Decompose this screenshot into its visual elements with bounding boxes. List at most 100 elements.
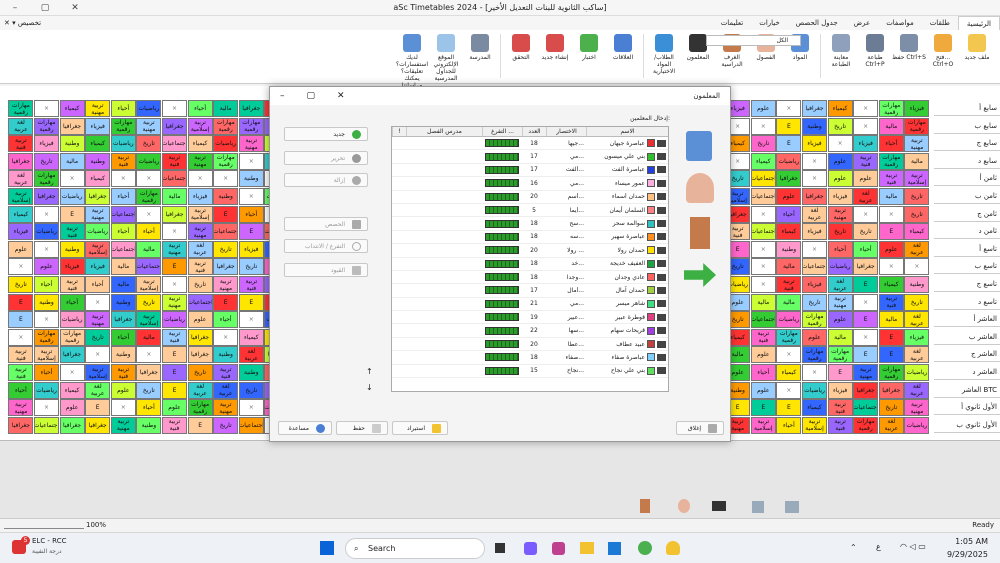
teacher-row[interactable]: حمدان أسماء أسم... 20: [392, 191, 668, 204]
timetable-cell[interactable]: جغرافيا: [878, 381, 904, 399]
timetable-cell[interactable]: جغرافيا: [59, 346, 85, 364]
timetable-cell[interactable]: تربية مهنية: [238, 135, 264, 153]
row-label[interactable]: العاشر ج: [934, 346, 1000, 363]
timetable-cell[interactable]: ×: [34, 100, 59, 117]
timetable-cell[interactable]: أحياء: [34, 276, 59, 293]
timetable-cell[interactable]: ×: [238, 188, 264, 205]
timetable-cell[interactable]: مالية: [162, 188, 187, 205]
teacher-icon[interactable]: [712, 501, 726, 511]
move-down-icon[interactable]: ↓: [366, 383, 373, 392]
constraints-button[interactable]: القيود: [284, 263, 368, 277]
timetable-cell[interactable]: فيزياء: [34, 135, 59, 153]
timetable-cell[interactable]: تربية إسلامية: [136, 311, 162, 329]
row-label[interactable]: ثامن أ: [934, 170, 1000, 187]
timetable-cell[interactable]: فيزياء: [59, 258, 85, 276]
teacher-row[interactable]: بني علي ميسون مي... 17: [392, 150, 668, 164]
col-free-time[interactable]: التفرغ ...: [482, 127, 522, 136]
timetable-cell[interactable]: ×: [802, 364, 827, 381]
timetable-cell[interactable]: أحياء: [878, 135, 904, 153]
timetable-cell[interactable]: وطنية: [238, 170, 264, 188]
remove-button[interactable]: إزالة: [284, 173, 368, 187]
file-explorer-icon[interactable]: [580, 542, 594, 554]
timetable-cell[interactable]: تربية إسلامية: [187, 205, 213, 223]
timetable-cell[interactable]: علوم: [162, 399, 187, 417]
timetable-cell[interactable]: جغرافيا: [136, 364, 162, 381]
timetable-cell[interactable]: وطنية: [34, 293, 59, 311]
timetable-cell[interactable]: مالية: [136, 328, 162, 346]
timetable-cell[interactable]: فيزياء: [85, 117, 111, 135]
asc-app-icon[interactable]: [666, 541, 680, 555]
timetable-cell[interactable]: ×: [136, 170, 162, 188]
task-view-icon[interactable]: [495, 543, 505, 553]
timetable-cell[interactable]: وطنية: [238, 364, 264, 381]
timetable-cell[interactable]: رياضيات: [59, 311, 85, 329]
timetable-cell[interactable]: رياضيات: [904, 416, 930, 434]
timetable-cell[interactable]: ×: [85, 346, 111, 364]
timetable-cell[interactable]: ×: [110, 399, 136, 417]
timetable-cell[interactable]: تاريخ: [827, 223, 853, 241]
timetable-cell[interactable]: مهارات رقمية: [213, 152, 239, 170]
teacher-row[interactable]: شاهر ميسر مي... 21: [392, 298, 668, 312]
timetable-cell[interactable]: كيمياء: [750, 152, 776, 170]
maximize-button[interactable]: ▢: [30, 0, 60, 16]
timetable-cell[interactable]: رياضيات: [85, 223, 111, 241]
timetable-cell[interactable]: اجتماعيات: [110, 240, 136, 258]
classroom-icon[interactable]: [640, 499, 650, 513]
timetable-cell[interactable]: اجتماعيات: [802, 258, 827, 276]
timetable-cell[interactable]: تاريخ: [8, 276, 34, 293]
ribbon-button-0[interactable]: ملف جديد: [960, 34, 994, 61]
import-button[interactable]: استيراد: [392, 421, 448, 435]
timetable-cell[interactable]: جغرافيا: [85, 416, 111, 434]
next-arrow-icon[interactable]: [684, 263, 716, 287]
timetable-cell[interactable]: ×: [776, 100, 802, 117]
timetable-cell[interactable]: أحياء: [34, 364, 59, 381]
timetable-cell[interactable]: لغة عربية: [878, 416, 904, 434]
timetable-cell[interactable]: E: [878, 328, 904, 346]
teacher-row[interactable]: السلمان أيمان أيما... 5: [392, 204, 668, 218]
timetable-cell[interactable]: تاريخ: [34, 152, 59, 170]
edit-button[interactable]: تحرير: [284, 151, 368, 165]
timetable-cell[interactable]: وطنية: [85, 152, 111, 170]
timetable-cell[interactable]: تاريخ: [827, 117, 853, 135]
chevron-up-icon[interactable]: ⌃: [850, 543, 857, 552]
timetable-cell[interactable]: ×: [878, 205, 904, 223]
timetable-cell[interactable]: وطنية: [213, 346, 239, 364]
timetable-cell[interactable]: اجتماعيات: [34, 416, 59, 434]
teacher-row[interactable]: عباصرة جيهان جيها... 18: [392, 137, 668, 151]
zoom-slider[interactable]: [4, 521, 84, 529]
timetable-cell[interactable]: تربية مهنية: [213, 276, 239, 293]
timetable-cell[interactable]: ×: [34, 399, 59, 417]
timetable-cell[interactable]: لغة عربية: [238, 346, 264, 364]
timetable-cell[interactable]: مهارات رقمية: [34, 170, 59, 188]
timetable-cell[interactable]: أحياء: [853, 240, 879, 258]
timetable-cell[interactable]: مهارات رقمية: [238, 117, 264, 135]
timetable-cell[interactable]: E: [238, 293, 264, 311]
timetable-cell[interactable]: تربية فنية: [59, 276, 85, 293]
timetable-cell[interactable]: جغرافيا: [59, 416, 85, 434]
timetable-cell[interactable]: تربية فنية: [213, 364, 239, 381]
dialog-minimize-button[interactable]: –: [280, 91, 285, 101]
timetable-cell[interactable]: فيزياء: [8, 223, 34, 241]
store-icon[interactable]: [608, 542, 621, 555]
timetable-cell[interactable]: E: [878, 223, 904, 241]
timetable-cell[interactable]: علوم: [827, 152, 853, 170]
timetable-cell[interactable]: تربية مهنية: [187, 223, 213, 241]
row-label[interactable]: ثامن د: [934, 223, 1000, 240]
timetable-cell[interactable]: ×: [162, 100, 187, 117]
timetable-cell[interactable]: ×: [853, 100, 879, 117]
timetable-cell[interactable]: E: [162, 381, 187, 399]
timetable-cell[interactable]: رياضيات: [802, 381, 827, 399]
col-flag[interactable]: !: [392, 127, 406, 136]
timetable-cell[interactable]: فيزياء: [853, 135, 879, 153]
timetable-cell[interactable]: تاريخ: [853, 223, 879, 241]
timetable-cell[interactable]: لغة عربية: [187, 240, 213, 258]
timetable-cell[interactable]: اجتماعيات: [162, 170, 187, 188]
timetable-cell[interactable]: اجتماعيات: [750, 311, 776, 329]
menu-files[interactable]: طلقات: [922, 16, 958, 30]
ribbon-button-12[interactable]: إنشاء جديد: [538, 34, 572, 61]
timetable-cell[interactable]: كيمياء: [904, 223, 930, 241]
timetable-cell[interactable]: مالية: [213, 100, 239, 117]
timetable-cell[interactable]: اجتماعيات: [750, 170, 776, 188]
timetable-cell[interactable]: ×: [136, 205, 162, 223]
timetable-cell[interactable]: مالية: [110, 276, 136, 293]
